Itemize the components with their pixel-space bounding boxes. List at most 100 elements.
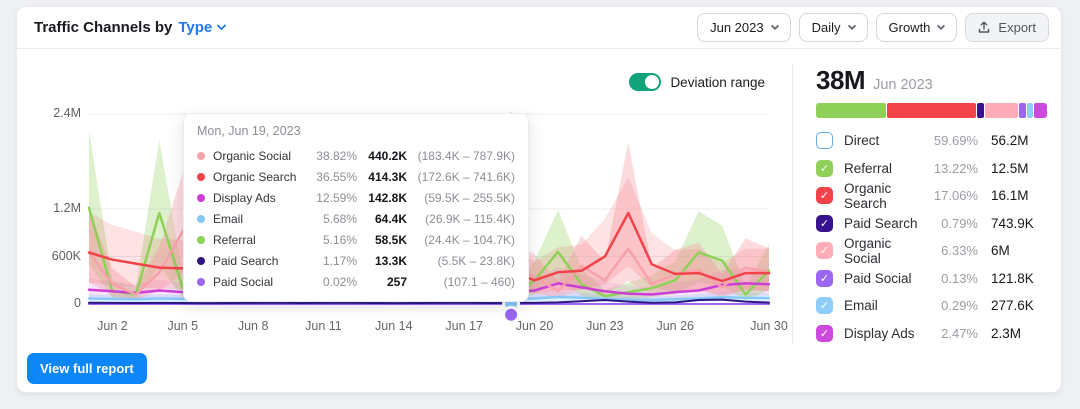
tooltip-series-name: Display Ads (213, 191, 313, 205)
legend-channel-name: Direct (844, 133, 926, 148)
checkbox-checked-icon[interactable]: ✓ (816, 215, 833, 232)
tooltip-series-pct: 38.82% (313, 149, 357, 163)
checkbox-checked-icon[interactable]: ✓ (816, 242, 833, 259)
legend-row-paid-social[interactable]: ✓ Paid Social0.13% 121.8K (816, 265, 1047, 293)
title-text: Traffic Channels by (34, 19, 172, 36)
chevron-down-icon (847, 21, 855, 29)
x-tick-label: Jun 30 (739, 319, 799, 333)
legend-channel-pct: 0.13% (926, 271, 978, 286)
checkbox-checked-icon[interactable]: ✓ (816, 160, 833, 177)
toggle-label: Deviation range (670, 75, 765, 90)
toggle-switch-on[interactable] (629, 73, 661, 91)
x-tick-label: Jun 2 (82, 319, 142, 333)
legend-channel-value: 12.5M (991, 161, 1047, 176)
legend-channel-value: 56.2M (991, 133, 1047, 148)
tooltip-series-range: (5.5K – 23.8K) (407, 254, 515, 268)
legend-channel-name: Email (844, 298, 926, 313)
filter-daily[interactable]: Daily (799, 13, 868, 42)
tooltip-series-range: (172.6K – 741.6K) (407, 170, 515, 184)
legend-channel-pct: 2.47% (926, 326, 978, 341)
bar-segment-referral (816, 103, 886, 118)
tooltip-series-value: 257 (357, 275, 407, 289)
legend-row-organic-social[interactable]: ✓Organic Social6.33%6M (816, 237, 1047, 265)
y-tick-label: 1.2M (35, 201, 81, 215)
tooltip-series-pct: 0.02% (313, 275, 357, 289)
legend-channel-pct: 6.33% (926, 243, 978, 258)
legend-row-paid-search[interactable]: ✓Paid Search0.79%743.9K (816, 210, 1047, 238)
series-dot-icon (197, 173, 205, 181)
checkbox-unchecked-icon[interactable] (816, 132, 833, 149)
type-dropdown[interactable]: Type (178, 19, 225, 36)
legend-channel-value: 121.8K (991, 271, 1047, 286)
legend-row-email[interactable]: ✓Email0.29%277.6K (816, 292, 1047, 320)
tooltip-row-referral: Referral5.16%58.5K(24.4K – 104.7K) (197, 229, 515, 250)
checkbox-checked-icon[interactable]: ✓ (816, 270, 833, 287)
x-tick-label: Jun 17 (434, 319, 494, 333)
view-full-report-button[interactable]: View full report (27, 353, 147, 384)
legend-panel: 38M Jun 2023 Direct59.69%56.2M✓Referral1… (816, 65, 1047, 347)
tooltip-row-email: Email5.68%64.4K(26.9K – 115.4K) (197, 208, 515, 229)
tooltip-series-value: 440.2K (357, 149, 407, 163)
x-tick-label: Jun 26 (645, 319, 705, 333)
tooltip-series-range: (183.4K – 787.9K) (407, 149, 515, 163)
tooltip-series-range: (59.5K – 255.5K) (407, 191, 515, 205)
tooltip-series-value: 58.5K (357, 233, 407, 247)
series-dot-icon (197, 215, 205, 223)
widget-header: Traffic Channels by Type Jun 2023 Daily Gr… (17, 7, 1061, 49)
legend-channel-pct: 13.22% (926, 161, 978, 176)
tooltip-date: Mon, Jun 19, 2023 (197, 124, 515, 138)
tooltip-series-pct: 12.59% (313, 191, 357, 205)
filter-label: Growth (889, 20, 931, 35)
legend-row-direct[interactable]: Direct59.69%56.2M (816, 127, 1047, 155)
series-dot-icon (197, 257, 205, 265)
chart-tooltip: Mon, Jun 19, 2023 Organic Social38.82%44… (183, 113, 529, 302)
deviation-range-toggle[interactable]: Deviation range (629, 73, 765, 91)
legend-channel-value: 277.6K (991, 298, 1047, 313)
checkbox-checked-icon[interactable]: ✓ (816, 187, 833, 204)
tooltip-series-value: 142.8K (357, 191, 407, 205)
filter-label: Jun 2023 (710, 20, 764, 35)
traffic-channels-widget: Traffic Channels by Type Jun 2023 Daily Gr… (16, 6, 1062, 393)
tooltip-series-pct: 5.68% (313, 212, 357, 226)
tooltip-series-range: (107.1 – 460) (407, 275, 515, 289)
x-tick-label: Jun 23 (575, 319, 635, 333)
tooltip-series-name: Email (213, 212, 313, 226)
series-dot-icon (197, 152, 205, 160)
tooltip-series-range: (26.9K – 115.4K) (407, 212, 515, 226)
chevron-down-icon (217, 21, 227, 31)
tooltip-row-paid-social: Paid Social0.02%257(107.1 – 460) (197, 271, 515, 292)
bar-segment-paid-social (1019, 103, 1025, 118)
legend-channel-name: Paid Search (844, 216, 926, 231)
legend-channel-value: 6M (991, 243, 1047, 258)
filter-jun-2023[interactable]: Jun 2023 (697, 13, 791, 42)
checkbox-checked-icon[interactable]: ✓ (816, 325, 833, 342)
bar-segment-organic-social (985, 103, 1018, 118)
toggle-knob (645, 75, 659, 89)
legend-channel-name: Paid Social (844, 271, 926, 286)
legend-row-referral[interactable]: ✓Referral13.22%12.5M (816, 155, 1047, 183)
tooltip-row-display-ads: Display Ads12.59%142.8K(59.5K – 255.5K) (197, 187, 515, 208)
series-dot-icon (197, 278, 205, 286)
header-controls: Jun 2023 Daily Growth Export (697, 13, 1049, 42)
page-background: Traffic Channels by Type Jun 2023 Daily Gr… (0, 0, 1080, 409)
y-tick-label: 600K (35, 249, 81, 263)
legend-channel-name: Display Ads (844, 326, 926, 341)
legend-rows: Direct59.69%56.2M✓Referral13.22%12.5M✓Or… (816, 127, 1047, 347)
legend-channel-pct: 0.79% (926, 216, 978, 231)
tooltip-series-name: Organic Social (213, 149, 313, 163)
tooltip-series-range: (24.4K – 104.7K) (407, 233, 515, 247)
filter-label: Daily (812, 20, 841, 35)
export-label: Export (998, 20, 1036, 35)
legend-channel-value: 2.3M (991, 326, 1047, 341)
y-tick-label: 0 (35, 296, 81, 310)
tooltip-series-name: Referral (213, 233, 313, 247)
export-button[interactable]: Export (965, 13, 1049, 42)
legend-row-organic-search[interactable]: ✓Organic Search17.06%16.1M (816, 182, 1047, 210)
tooltip-series-value: 64.4K (357, 212, 407, 226)
tooltip-series-pct: 1.17% (313, 254, 357, 268)
checkbox-checked-icon[interactable]: ✓ (816, 297, 833, 314)
filter-growth[interactable]: Growth (876, 13, 958, 42)
legend-row-display-ads[interactable]: ✓ Display Ads2.47% 2.3M (816, 320, 1047, 348)
legend-channel-name: Organic Search (844, 181, 926, 211)
tooltip-series-name: Organic Search (213, 170, 313, 184)
